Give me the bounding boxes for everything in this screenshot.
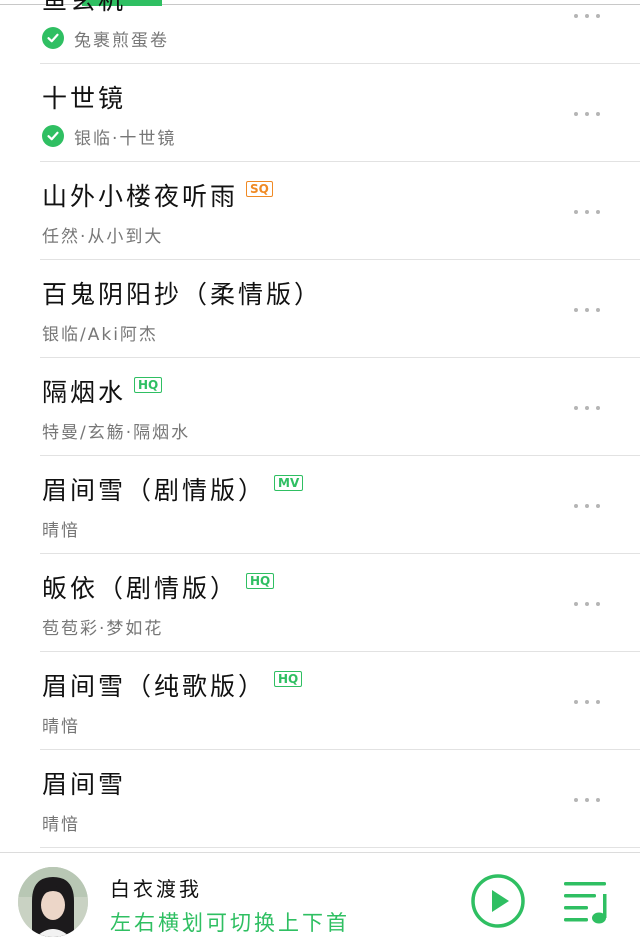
more-options-icon[interactable] — [574, 496, 600, 516]
song-title: 鱼玄机 — [42, 0, 127, 15]
more-options-icon[interactable] — [574, 398, 600, 418]
more-options-icon[interactable] — [574, 6, 600, 26]
more-options-icon[interactable] — [574, 202, 600, 222]
song-row[interactable]: 隔烟水 HQ 特曼/玄觞·隔烟水 — [0, 358, 640, 456]
song-artist: 晴愔 — [42, 716, 80, 737]
song-title-line: 眉间雪（剧情版） MV — [42, 472, 304, 506]
song-title: 十世镜 — [42, 84, 127, 113]
song-artist: 银临/Aki阿杰 — [42, 324, 158, 345]
song-title-line: 眉间雪 — [42, 766, 126, 800]
song-artist: 任然·从小到大 — [42, 226, 164, 247]
downloaded-check-icon — [42, 125, 64, 147]
play-circle-icon — [471, 874, 525, 928]
play-button[interactable] — [470, 873, 526, 929]
playlist-icon — [564, 882, 607, 924]
song-title-line: 十世镜 — [42, 80, 126, 114]
song-sub-line: 银临/Aki阿杰 — [42, 320, 158, 345]
song-sub-line: 银临·十世镜 — [42, 124, 177, 149]
song-title: 眉间雪（剧情版） — [42, 476, 267, 505]
now-playing-title[interactable]: 白衣渡我 — [110, 873, 202, 902]
song-sub-line: 苞苞彩·梦如花 — [42, 614, 164, 639]
row-divider — [40, 847, 640, 848]
song-row[interactable]: 鱼玄机兔裹煎蛋卷 — [0, 0, 640, 64]
song-title: 皈依（剧情版） — [42, 574, 239, 603]
song-artist: 晴愔 — [42, 814, 80, 835]
song-sub-line: 晴愔 — [42, 810, 80, 835]
song-sub-line: 晴愔 — [42, 516, 80, 541]
song-sub-line: 兔裹煎蛋卷 — [42, 26, 169, 51]
song-title: 眉间雪（纯歌版） — [42, 672, 267, 701]
hq-badge: HQ — [134, 377, 163, 393]
hq-badge: HQ — [246, 573, 275, 589]
song-row[interactable]: 皈依（剧情版） HQ 苞苞彩·梦如花 — [0, 554, 640, 652]
song-title-line: 眉间雪（纯歌版） HQ — [42, 668, 303, 702]
song-title: 百鬼阴阳抄（柔情版） — [42, 280, 323, 309]
song-title-line: 隔烟水 HQ — [42, 374, 163, 408]
song-artist: 苞苞彩·梦如花 — [42, 618, 164, 639]
song-title-line: 鱼玄机 — [42, 0, 126, 16]
mv-badge: MV — [274, 475, 304, 491]
song-artist: 银临·十世镜 — [74, 128, 177, 149]
mini-player-bar[interactable]: 白衣渡我 左右横划可切换上下首 — [0, 852, 640, 948]
song-title: 隔烟水 — [42, 378, 127, 407]
song-sub-line: 任然·从小到大 — [42, 222, 164, 247]
more-options-icon[interactable] — [574, 692, 600, 712]
song-row[interactable]: 百鬼阴阳抄（柔情版） 银临/Aki阿杰 — [0, 260, 640, 358]
album-art[interactable] — [18, 867, 88, 937]
song-row[interactable]: 山外小楼夜听雨 SQ 任然·从小到大 — [0, 162, 640, 260]
song-sub-line: 晴愔 — [42, 712, 80, 737]
sq-badge: SQ — [246, 181, 273, 197]
song-row[interactable]: 眉间雪 晴愔 — [0, 750, 640, 848]
song-list[interactable]: 鱼玄机兔裹煎蛋卷十世镜银临·十世镜山外小楼夜听雨 SQ 任然·从小到大百鬼阴阳抄（柔… — [0, 0, 640, 852]
song-title-line: 皈依（剧情版） HQ — [42, 570, 275, 604]
album-art-image — [18, 867, 88, 937]
song-artist: 晴愔 — [42, 520, 80, 541]
song-title-line: 山外小楼夜听雨 SQ — [42, 178, 273, 212]
hq-badge: HQ — [274, 671, 303, 687]
song-row[interactable]: 十世镜银临·十世镜 — [0, 64, 640, 162]
more-options-icon[interactable] — [574, 790, 600, 810]
song-artist: 特曼/玄觞·隔烟水 — [42, 422, 191, 443]
song-sub-line: 特曼/玄觞·隔烟水 — [42, 418, 191, 443]
downloaded-check-icon — [42, 27, 64, 49]
song-row[interactable]: 眉间雪（剧情版） MV 晴愔 — [0, 456, 640, 554]
song-title-line: 百鬼阴阳抄（柔情版） — [42, 276, 322, 310]
swipe-hint: 左右横划可切换上下首 — [110, 911, 350, 935]
more-options-icon[interactable] — [574, 594, 600, 614]
song-title: 眉间雪 — [42, 770, 127, 799]
song-title: 山外小楼夜听雨 — [42, 182, 239, 211]
more-options-icon[interactable] — [574, 104, 600, 124]
more-options-icon[interactable] — [574, 300, 600, 320]
playlist-button[interactable] — [562, 877, 612, 927]
song-artist: 兔裹煎蛋卷 — [74, 30, 169, 51]
song-row[interactable]: 眉间雪（纯歌版） HQ 晴愔 — [0, 652, 640, 750]
